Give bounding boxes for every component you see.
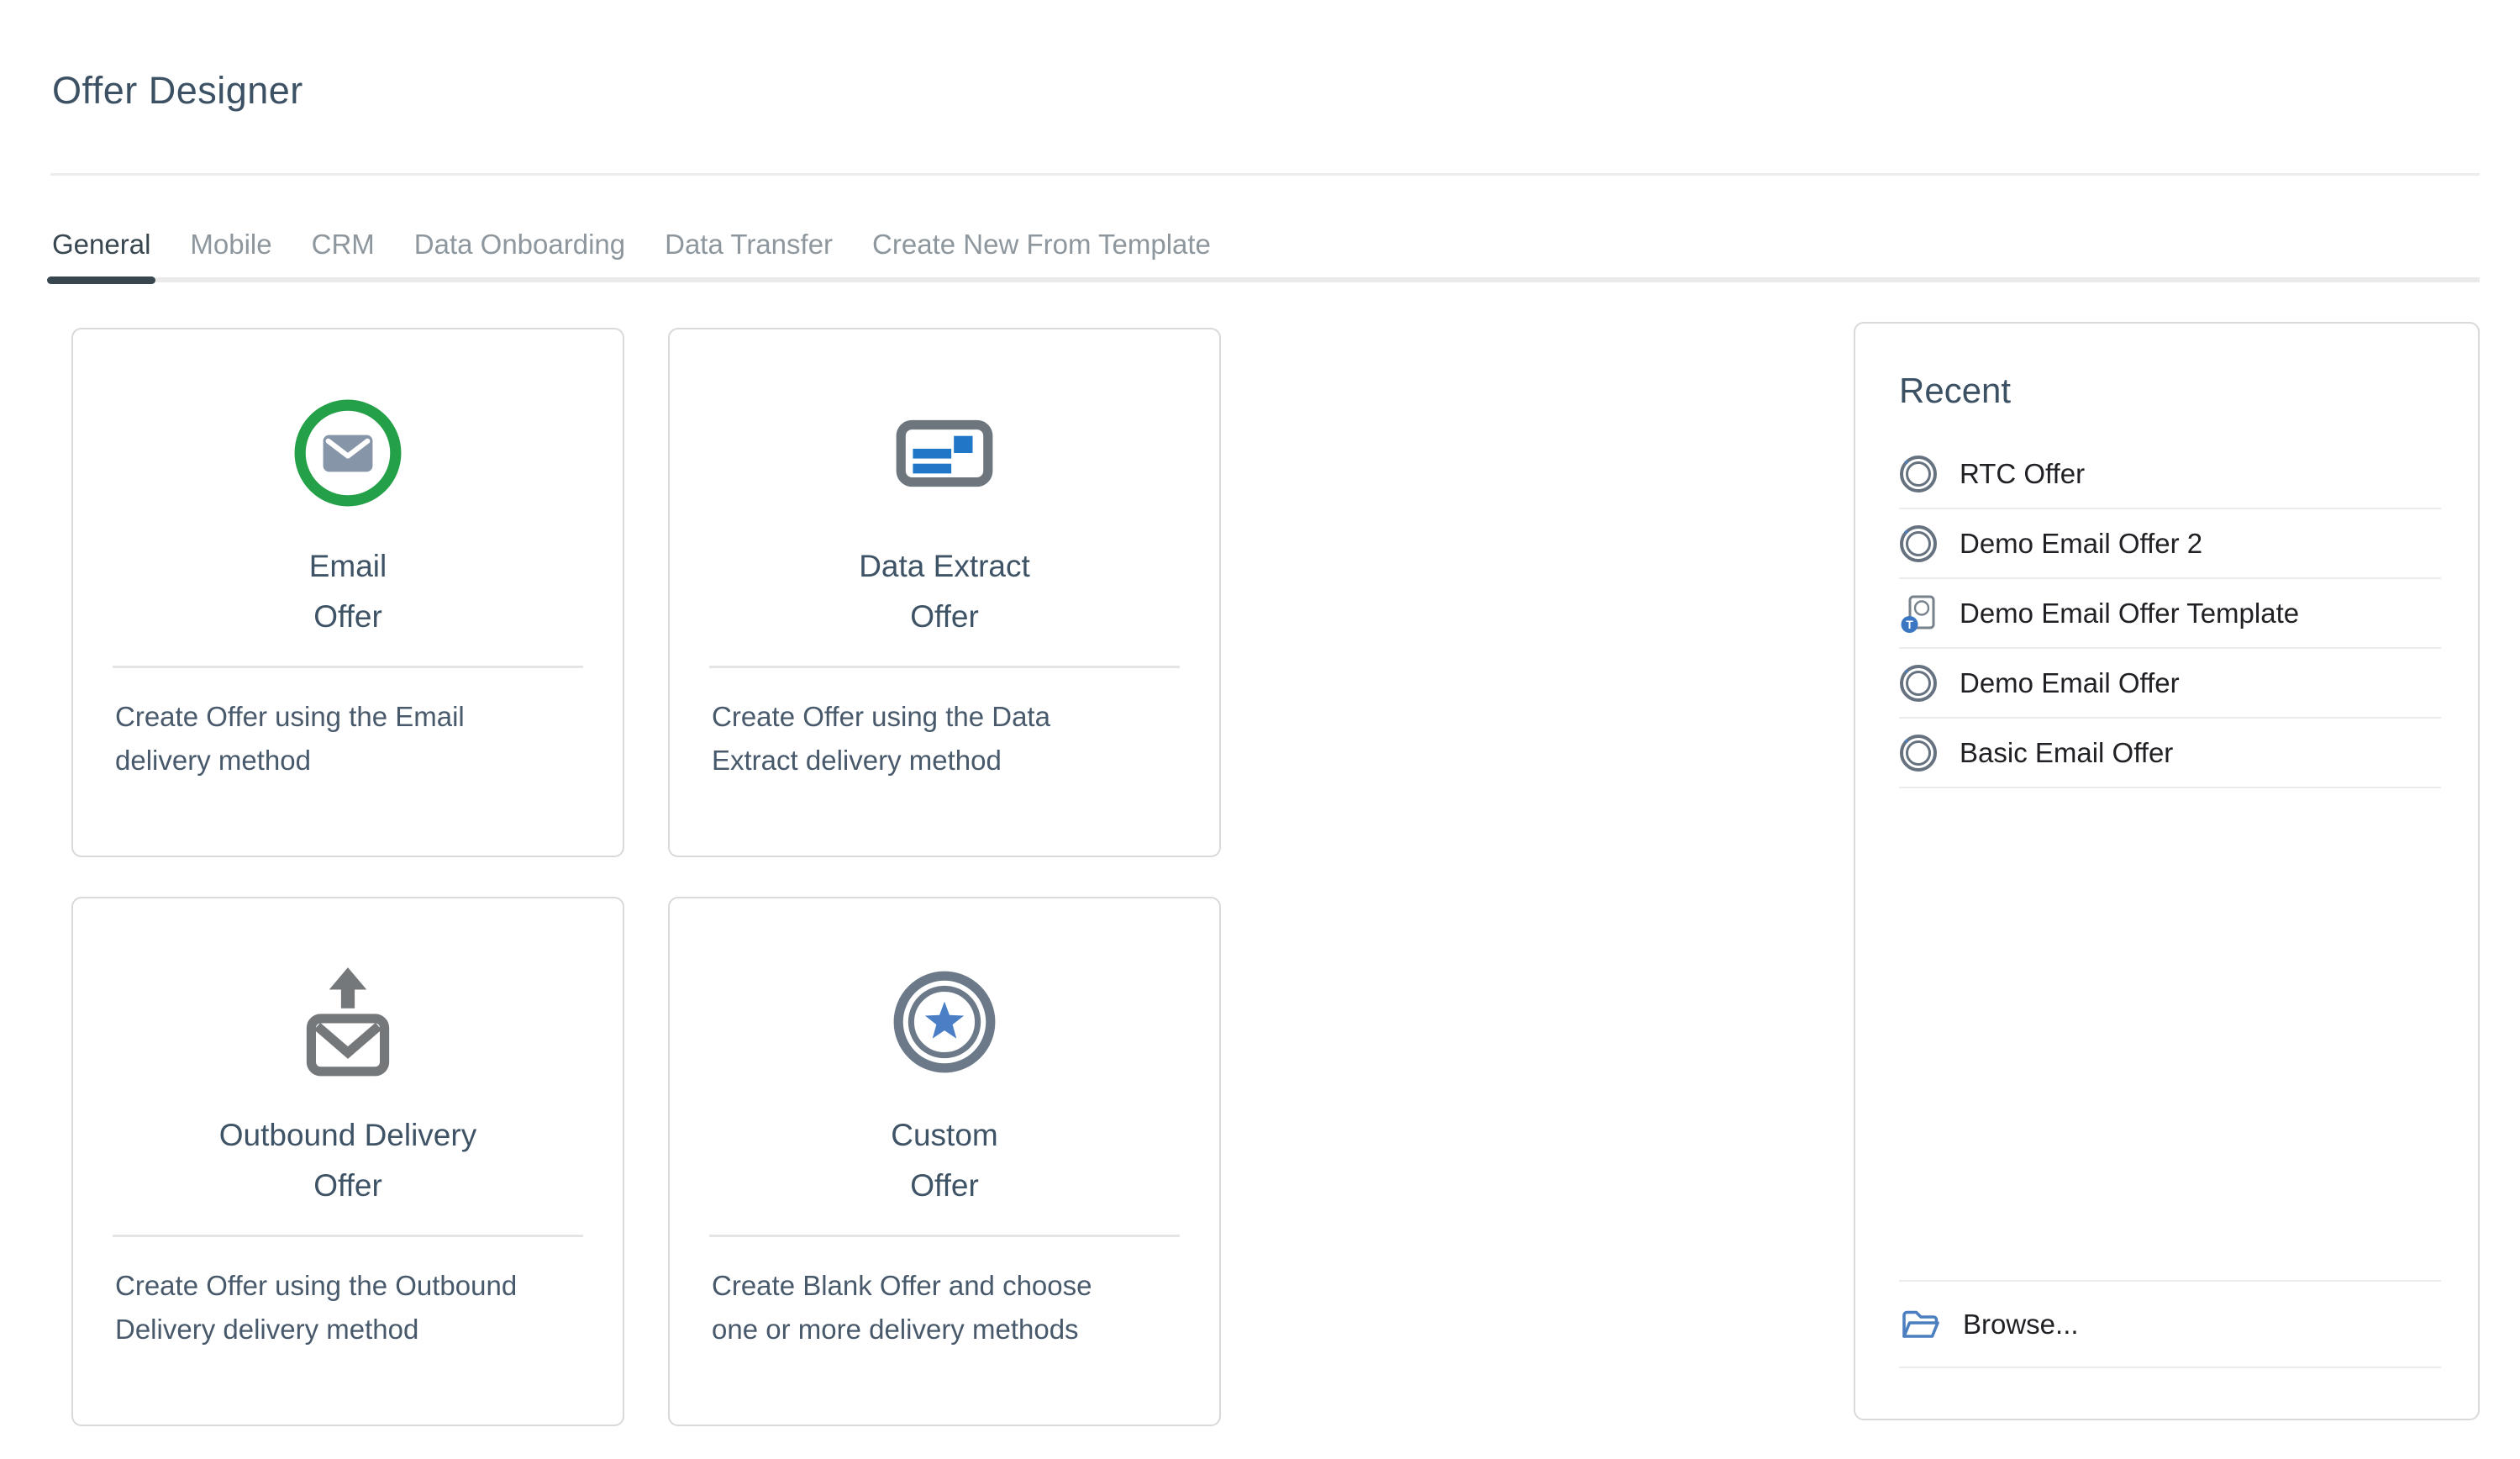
offer-star-icon — [1899, 734, 1938, 772]
card-title: Email Offer — [309, 541, 387, 642]
card-title: Data Extract Offer — [859, 541, 1030, 642]
offer-star-icon — [1899, 455, 1938, 493]
browse-label: Browse... — [1963, 1309, 2079, 1340]
star-in-double-circle-icon — [889, 956, 1000, 1088]
card-title-line1: Custom — [891, 1110, 997, 1161]
email-offer-card[interactable]: Email Offer Create Offer using the Email… — [71, 328, 624, 857]
card-title: Custom Offer — [891, 1110, 997, 1211]
card-title-line1: Data Extract — [859, 541, 1030, 592]
header-divider — [50, 173, 2480, 176]
page-title: Offer Designer — [52, 69, 303, 113]
card-title-line2: Offer — [219, 1161, 476, 1211]
recent-heading: Recent — [1899, 371, 2478, 411]
recent-item-basic-email-offer[interactable]: Basic Email Offer — [1899, 719, 2441, 788]
envelope-up-arrow-icon — [292, 956, 403, 1088]
custom-offer-card[interactable]: Custom Offer Create Blank Offer and choo… — [668, 897, 1221, 1426]
svg-text:T: T — [1906, 618, 1913, 631]
offer-star-icon — [1899, 524, 1938, 563]
tab-bar: General Mobile CRM Data Onboarding Data … — [52, 229, 1211, 277]
offer-star-icon — [1899, 664, 1938, 703]
open-folder-icon — [1899, 1305, 1941, 1344]
offer-card-grid: Email Offer Create Offer using the Email… — [71, 328, 1221, 1426]
recent-item-demo-email-offer[interactable]: Demo Email Offer — [1899, 649, 2441, 719]
card-title-line1: Outbound Delivery — [219, 1110, 476, 1161]
card-description: Create Offer using the Email delivery me… — [115, 695, 535, 782]
tab-general[interactable]: General — [52, 229, 150, 277]
tab-underline-track — [50, 277, 2480, 282]
tab-crm[interactable]: CRM — [312, 229, 375, 277]
tab-create-new-from-template[interactable]: Create New From Template — [872, 229, 1211, 277]
card-divider — [113, 666, 583, 668]
recent-item-label: RTC Offer — [1960, 458, 2085, 490]
outbound-delivery-offer-card[interactable]: Outbound Delivery Offer Create Offer usi… — [71, 897, 624, 1426]
card-divider — [709, 666, 1180, 668]
card-divider — [709, 1235, 1180, 1237]
recent-panel: Recent RTC Offer Demo Email Offer 2 — [1854, 322, 2480, 1420]
card-description: Create Offer using the Data Extract deli… — [712, 695, 1115, 782]
card-divider — [113, 1235, 583, 1237]
recent-item-demo-email-offer-2[interactable]: Demo Email Offer 2 — [1899, 509, 2441, 579]
tab-mobile[interactable]: Mobile — [190, 229, 271, 277]
tab-data-onboarding[interactable]: Data Onboarding — [414, 229, 625, 277]
card-title-line2: Offer — [891, 1161, 997, 1211]
email-envelope-in-green-circle-icon — [292, 387, 403, 519]
recent-item-label: Demo Email Offer — [1960, 667, 2180, 699]
recent-item-rtc-offer[interactable]: RTC Offer — [1899, 440, 2441, 509]
recent-item-label: Demo Email Offer 2 — [1960, 528, 2202, 560]
card-description: Create Offer using the Outbound Delivery… — [115, 1264, 548, 1351]
recent-item-demo-email-offer-template[interactable]: T Demo Email Offer Template — [1899, 579, 2441, 649]
card-title-line1: Email — [309, 541, 387, 592]
offer-template-icon: T — [1899, 594, 1938, 633]
card-description: Create Blank Offer and choose one or mor… — [712, 1264, 1115, 1351]
data-extract-card-icon — [889, 387, 1000, 519]
offer-designer-page: Offer Designer General Mobile CRM Data O… — [0, 0, 2520, 1459]
browse-button[interactable]: Browse... — [1899, 1280, 2441, 1368]
tab-data-transfer[interactable]: Data Transfer — [665, 229, 833, 277]
card-title-line2: Offer — [309, 592, 387, 642]
recent-item-label: Basic Email Offer — [1960, 737, 2173, 769]
recent-list: RTC Offer Demo Email Offer 2 T — [1855, 440, 2478, 788]
recent-item-label: Demo Email Offer Template — [1960, 598, 2299, 629]
card-title: Outbound Delivery Offer — [219, 1110, 476, 1211]
data-extract-offer-card[interactable]: Data Extract Offer Create Offer using th… — [668, 328, 1221, 857]
card-title-line2: Offer — [859, 592, 1030, 642]
